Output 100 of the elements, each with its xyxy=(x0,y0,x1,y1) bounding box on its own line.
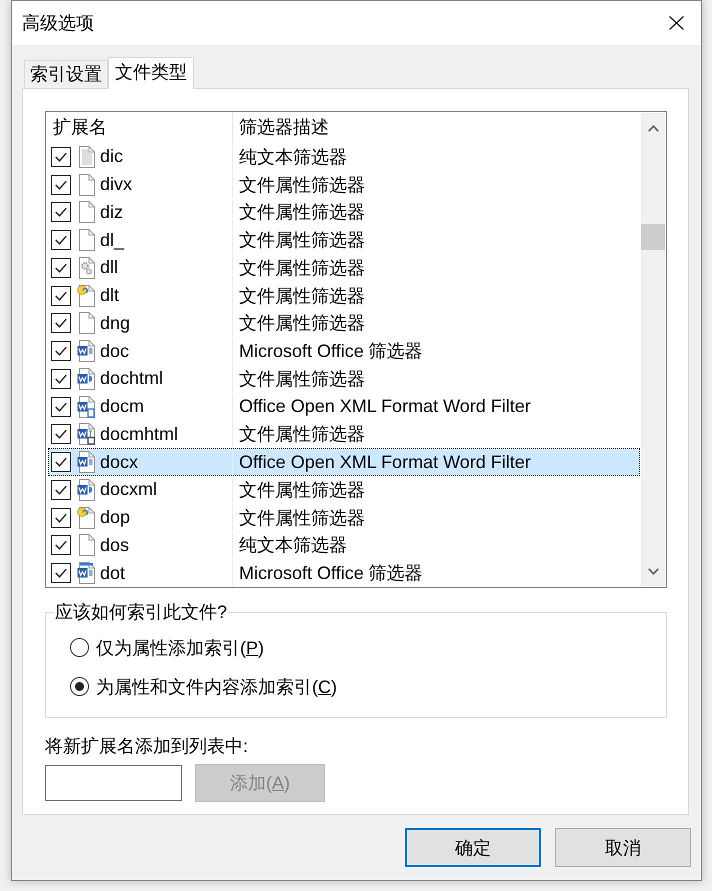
list-row[interactable]: dlt 文件属性筛选器 xyxy=(48,282,640,310)
extension-name: docmhtml xyxy=(100,424,178,445)
scrollbar[interactable] xyxy=(641,113,665,586)
group-title: 应该如何索引此文件? xyxy=(54,601,228,623)
list-row[interactable]: dic 纯文本筛选器 xyxy=(48,143,640,171)
close-icon[interactable] xyxy=(669,16,684,30)
list-row[interactable]: dop 文件属性筛选器 xyxy=(48,504,640,532)
list-row[interactable]: dochtml 文件属性筛选器 xyxy=(48,365,640,393)
filter-description: 文件属性筛选器 xyxy=(239,423,365,446)
checkbox[interactable] xyxy=(51,258,71,278)
web-document-icon xyxy=(77,368,95,390)
extension-name: dos xyxy=(100,534,130,556)
column-header[interactable]: 扩展名 xyxy=(46,112,232,143)
extension-name: dng xyxy=(100,312,130,334)
option-label[interactable]: 为属性和文件内容添加索引(C) xyxy=(96,674,337,698)
filter-description: 文件属性筛选器 xyxy=(239,229,365,252)
extension-name: dot xyxy=(100,562,126,584)
check-icon xyxy=(55,429,67,440)
extension-name: docx xyxy=(100,452,138,473)
filter-description: 文件属性筛选器 xyxy=(239,368,365,391)
filter-description: 文件属性筛选器 xyxy=(239,256,365,280)
radio-button[interactable] xyxy=(70,638,89,657)
list-row[interactable]: doc Microsoft Office 筛选器 xyxy=(48,337,640,365)
extension-name: dic xyxy=(100,146,124,168)
check-icon xyxy=(55,457,67,468)
checkbox[interactable] xyxy=(51,174,71,195)
window-title: 高级选项 xyxy=(21,12,94,35)
rich-document-icon xyxy=(77,451,95,474)
list-row[interactable]: dot Microsoft Office 筛选器 xyxy=(48,559,640,587)
tab[interactable]: 文件类型 xyxy=(108,57,194,89)
list-row[interactable]: dl_ 文件属性筛选器 xyxy=(48,226,640,254)
checkbox[interactable] xyxy=(51,313,71,334)
list-row[interactable]: dll 文件属性筛选器 xyxy=(48,254,640,282)
template-document-icon xyxy=(77,562,95,584)
blank-file-icon xyxy=(77,534,95,556)
checkbox[interactable] xyxy=(51,508,71,528)
extension-name: dochtml xyxy=(100,368,164,390)
filter-description: 文件属性筛选器 xyxy=(239,201,365,224)
filter-description: Microsoft Office 筛选器 xyxy=(239,340,423,364)
filter-description: Office Open XML Format Word Filter xyxy=(239,452,531,473)
checkbox[interactable] xyxy=(51,563,71,584)
checkbox[interactable] xyxy=(51,230,71,250)
list-row[interactable]: docmhtml 文件属性筛选器 xyxy=(48,420,640,448)
filter-description: 纯文本筛选器 xyxy=(239,146,347,169)
check-icon xyxy=(55,152,67,162)
list-row[interactable]: divx 文件属性筛选器 xyxy=(48,170,640,198)
ok-button[interactable]: 确定 xyxy=(405,828,541,867)
filter-description: 文件属性筛选器 xyxy=(239,312,365,336)
checkbox[interactable] xyxy=(51,146,71,167)
check-icon xyxy=(55,484,67,495)
list-row[interactable]: diz 文件属性筛选器 xyxy=(48,198,640,226)
extension-name: dl_ xyxy=(100,230,124,251)
text-file-icon xyxy=(77,146,95,168)
check-icon xyxy=(55,374,67,384)
check-icon xyxy=(55,512,67,523)
checkbox[interactable] xyxy=(51,368,71,389)
list-row[interactable]: dos 纯文本筛选器 xyxy=(48,532,640,560)
tab[interactable]: 索引设置 xyxy=(24,60,108,88)
filter-description: 文件属性筛选器 xyxy=(239,506,365,530)
checkbox[interactable] xyxy=(51,202,71,222)
check-icon xyxy=(55,290,67,301)
scroll-thumb[interactable] xyxy=(641,224,665,250)
field-label: 将新扩展名添加到列表中: xyxy=(45,735,250,757)
check-icon xyxy=(55,180,67,190)
chevron-up-icon[interactable] xyxy=(648,124,658,132)
checkbox[interactable] xyxy=(51,424,71,444)
cancel-button[interactable]: 取消 xyxy=(555,828,691,867)
column-header[interactable]: 筛选器描述 xyxy=(232,112,640,143)
checkbox[interactable] xyxy=(51,535,71,556)
filter-description: 文件属性筛选器 xyxy=(239,284,365,308)
filter-description: Microsoft Office 筛选器 xyxy=(239,562,423,586)
extension-name: dll xyxy=(100,257,118,278)
filter-description: 文件属性筛选器 xyxy=(239,478,365,502)
list-row[interactable]: docm Office Open XML Format Word Filter xyxy=(48,392,640,420)
list-row[interactable]: dng 文件属性筛选器 xyxy=(48,310,640,338)
checkbox[interactable] xyxy=(51,286,71,306)
option-label[interactable]: 仅为属性添加索引(P) xyxy=(96,636,264,660)
extension-name: dlt xyxy=(100,285,120,306)
check-icon xyxy=(55,262,67,273)
gear-file-icon xyxy=(77,256,95,279)
rich-document-icon xyxy=(77,340,95,362)
checkbox[interactable] xyxy=(51,341,71,362)
extension-name: diz xyxy=(100,202,124,223)
checkbox[interactable] xyxy=(51,396,71,417)
extension-input[interactable] xyxy=(45,765,182,801)
extension-name: docm xyxy=(100,396,144,418)
check-icon xyxy=(55,207,67,218)
filter-description: 纯文本筛选器 xyxy=(239,534,347,558)
script-file-icon xyxy=(77,284,95,307)
list-row[interactable]: docxml 文件属性筛选器 xyxy=(48,476,640,504)
filter-description: 文件属性筛选器 xyxy=(239,174,365,197)
extension-name: dop xyxy=(100,507,130,528)
filter-description: Office Open XML Format Word Filter xyxy=(239,396,531,418)
chevron-down-icon[interactable] xyxy=(648,568,658,574)
check-icon xyxy=(55,346,67,356)
list-row[interactable]: docx Office Open XML Format Word Filter xyxy=(48,448,640,476)
check-icon xyxy=(55,235,67,246)
checkbox[interactable] xyxy=(51,452,71,472)
checkbox[interactable] xyxy=(51,480,71,500)
radio-button[interactable] xyxy=(70,677,89,696)
